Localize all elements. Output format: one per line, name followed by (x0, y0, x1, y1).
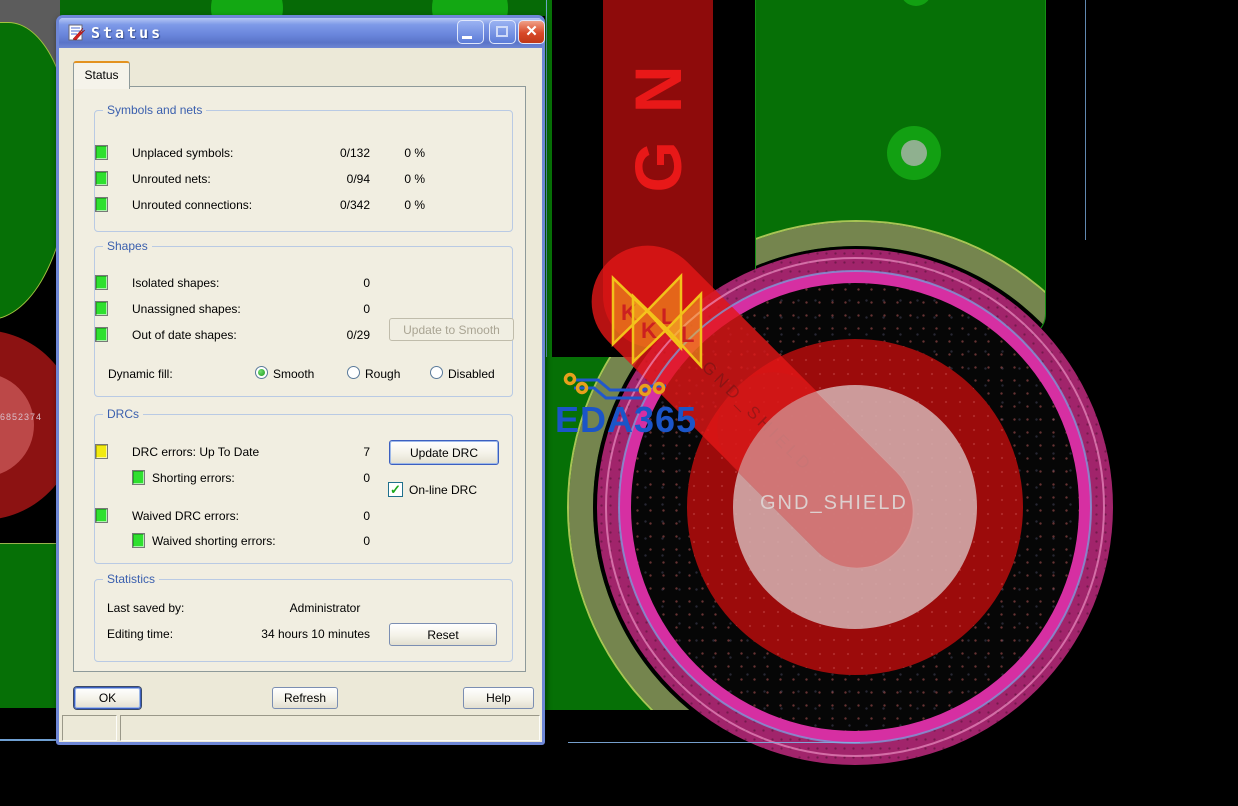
row-label: Unassigned shapes: (132, 302, 241, 316)
maximize-button[interactable] (489, 20, 516, 44)
update-to-smooth-button[interactable]: Update to Smooth (389, 318, 514, 341)
minimize-icon (462, 36, 472, 39)
row-value: 0/94 (275, 172, 370, 186)
editing-time-label: Editing time: (107, 627, 173, 641)
pcb-pad (900, 0, 932, 6)
radio-disabled-label: Disabled (448, 367, 495, 381)
close-button[interactable]: ✕ (518, 20, 545, 44)
pcb-left-pad: 6852374 (0, 330, 56, 526)
board-outline-vertical-right (1085, 0, 1086, 240)
watermark-text: EDA365 (555, 399, 697, 441)
minimize-button[interactable] (457, 20, 484, 44)
close-icon: ✕ (525, 23, 538, 40)
statusbar-message-area (120, 715, 540, 741)
gnd-net-text: GN (603, 0, 713, 240)
group-shapes: Shapes Isolated shapes: 0 Unassigned sha… (94, 246, 513, 397)
tab-panel: Symbols and nets Unplaced symbols: 0/132… (73, 86, 526, 672)
radio-rough[interactable] (347, 366, 360, 379)
last-saved-value: Administrator (245, 601, 405, 615)
row-percent: 0 % (380, 146, 425, 160)
radio-smooth[interactable] (255, 366, 268, 379)
tab-status[interactable]: Status (73, 61, 130, 89)
dialog-title: Status (91, 24, 163, 42)
status-indicator-green (132, 533, 145, 548)
status-indicator-green (95, 145, 108, 160)
row-label: Waived shorting errors: (152, 534, 276, 548)
status-indicator-green (95, 301, 108, 316)
radio-disabled[interactable] (430, 366, 443, 379)
status-indicator-green (95, 327, 108, 342)
online-drc-checkbox[interactable]: ✓ (388, 482, 403, 497)
online-drc-label: On-line DRC (409, 483, 477, 497)
group-label: DRCs (103, 407, 143, 421)
row-value: 0 (275, 534, 370, 548)
route-keepout-line (568, 742, 860, 743)
radio-selected-dot (258, 369, 265, 376)
help-button[interactable]: Help (463, 687, 534, 709)
route-keepout-line-left (0, 739, 56, 741)
row-label: Shorting errors: (152, 471, 235, 485)
radio-rough-label: Rough (365, 367, 400, 381)
radio-smooth-label: Smooth (273, 367, 314, 381)
row-label: Unrouted nets: (132, 172, 211, 186)
row-value: 0/29 (275, 328, 370, 342)
group-label: Statistics (103, 572, 159, 586)
row-label: Waived DRC errors: (132, 509, 239, 523)
drc-marker-letter-left: K (641, 318, 657, 343)
group-statistics: Statistics Last saved by: Administrator … (94, 579, 513, 662)
last-saved-label: Last saved by: (107, 601, 184, 615)
row-value: 0 (275, 509, 370, 523)
row-value: 0/342 (275, 198, 370, 212)
row-label: Out of date shapes: (132, 328, 237, 342)
pcb-plane-left-lower (0, 543, 56, 708)
pcb-editor-canvas: 6852374 GN GND_SHIELD GND_SHIELD K L (0, 0, 1238, 806)
via-number-label: 6852374 (0, 412, 42, 422)
row-label: DRC errors: Up To Date (132, 445, 259, 459)
refresh-button[interactable]: Refresh (272, 687, 338, 709)
pcb-top-plane (60, 0, 552, 16)
row-label: Unrouted connections: (132, 198, 252, 212)
row-percent: 0 % (380, 172, 425, 186)
checkmark-icon: ✓ (390, 482, 401, 497)
status-indicator-green (95, 275, 108, 290)
row-label: Isolated shapes: (132, 276, 219, 290)
group-label: Symbols and nets (103, 103, 206, 117)
reset-button[interactable]: Reset (389, 623, 497, 646)
ok-button[interactable]: OK (74, 687, 141, 709)
pcb-pad-center (901, 140, 927, 166)
status-indicator-green (95, 171, 108, 186)
group-symbols-and-nets: Symbols and nets Unplaced symbols: 0/132… (94, 110, 513, 232)
editing-time-value: 34 hours 10 minutes (215, 627, 370, 641)
row-percent: 0 % (380, 198, 425, 212)
drc-marker-letter-right: L (681, 322, 694, 347)
row-value: 0 (275, 276, 370, 290)
group-label: Shapes (103, 239, 152, 253)
pcb-pad (211, 0, 283, 16)
drc-marker-group: K L K L (607, 268, 725, 378)
title-bar[interactable]: Status ✕ (59, 18, 542, 48)
status-indicator-green (132, 470, 145, 485)
row-value: 7 (275, 445, 370, 459)
dynamic-fill-label: Dynamic fill: (108, 367, 173, 381)
dialog-icon (68, 24, 86, 41)
statusbar-cell-left (62, 715, 117, 741)
row-value: 0 (275, 471, 370, 485)
maximize-icon (496, 26, 508, 37)
status-indicator-green (95, 508, 108, 523)
status-dialog: Status ✕ Status Symbols and nets Unplace… (56, 15, 545, 745)
row-value: 0/132 (275, 146, 370, 160)
pcb-pad (432, 0, 508, 16)
update-drc-button[interactable]: Update DRC (389, 440, 499, 465)
status-indicator-yellow (95, 444, 108, 459)
row-value: 0 (275, 302, 370, 316)
row-label: Unplaced symbols: (132, 146, 233, 160)
status-indicator-green (95, 197, 108, 212)
group-drcs: DRCs DRC errors: Up To Date 7 Update DRC… (94, 414, 513, 564)
